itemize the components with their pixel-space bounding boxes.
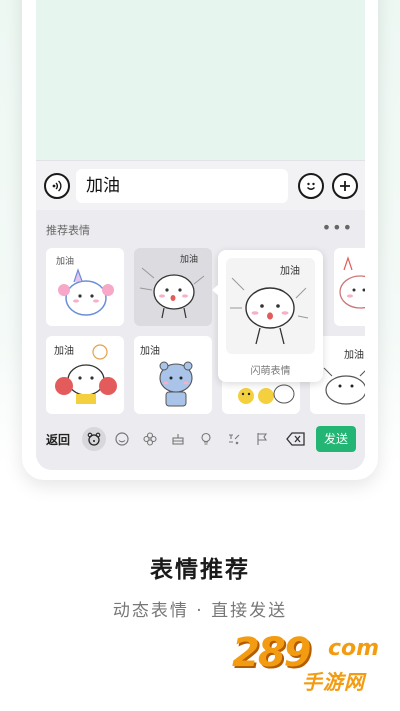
watermark-brand: 手游网 bbox=[302, 670, 365, 694]
input-bar: 加油 bbox=[36, 160, 365, 210]
preview-caption: 加油 bbox=[280, 264, 300, 277]
sticker-caption: 加油 bbox=[56, 255, 74, 267]
flag-icon[interactable] bbox=[250, 427, 274, 451]
more-dots-icon[interactable]: ••• bbox=[322, 218, 353, 237]
watermark-number: 289 bbox=[232, 630, 311, 676]
popup-arrow bbox=[212, 284, 219, 296]
watermark-domain: com bbox=[328, 636, 380, 661]
sticker-panel: 推荐表情 ••• 加油 加油 加油 加油 加油 加油 闪萌表情 返回 发送 bbox=[36, 210, 365, 470]
voice-icon[interactable] bbox=[44, 173, 70, 199]
sticker-preview-popup: 加油 闪萌表情 bbox=[212, 250, 323, 382]
backspace-icon[interactable] bbox=[284, 427, 308, 451]
sticker-caption: 加油 bbox=[54, 344, 74, 357]
emoji-icon[interactable] bbox=[298, 173, 324, 199]
smile-icon[interactable] bbox=[110, 427, 134, 451]
sticker-item-selected[interactable]: 加油 bbox=[134, 248, 212, 326]
sticker-toolbar: 返回 发送 bbox=[36, 422, 365, 456]
bear-face-icon[interactable] bbox=[82, 427, 106, 451]
chat-area bbox=[36, 0, 365, 160]
promo-headline: 表情推荐 bbox=[150, 557, 250, 583]
sticker-caption: 加油 bbox=[180, 253, 198, 265]
sticker-item[interactable] bbox=[334, 248, 365, 326]
sticker-caption: 加油 bbox=[140, 344, 160, 357]
sticker-item[interactable]: 加油 bbox=[46, 248, 124, 326]
panel-title: 推荐表情 bbox=[46, 224, 90, 237]
preview-label: 闪萌表情 bbox=[250, 366, 291, 377]
message-input[interactable]: 加油 bbox=[76, 169, 288, 203]
sticker-item[interactable]: 加油 bbox=[134, 336, 212, 414]
back-button[interactable]: 返回 bbox=[46, 431, 70, 448]
send-button[interactable]: 发送 bbox=[316, 426, 356, 452]
cake-icon[interactable] bbox=[166, 427, 190, 451]
watermark-logo: 289 com 手游网 bbox=[232, 630, 392, 702]
phone-screen: 加油 推荐表情 ••• 加油 加油 加油 加油 加油 加油 闪萌表情 返回 发送 bbox=[36, 0, 365, 470]
preview-image: 加油 bbox=[226, 258, 315, 354]
add-icon[interactable] bbox=[332, 173, 358, 199]
sticker-item[interactable]: 加油 bbox=[46, 336, 124, 414]
flower-icon[interactable] bbox=[138, 427, 162, 451]
sticker-caption: 加油!! bbox=[344, 348, 365, 361]
symbols-icon[interactable] bbox=[222, 427, 246, 451]
bulb-icon[interactable] bbox=[194, 427, 218, 451]
promo-subline: 动态表情 · 直接发送 bbox=[112, 601, 288, 621]
